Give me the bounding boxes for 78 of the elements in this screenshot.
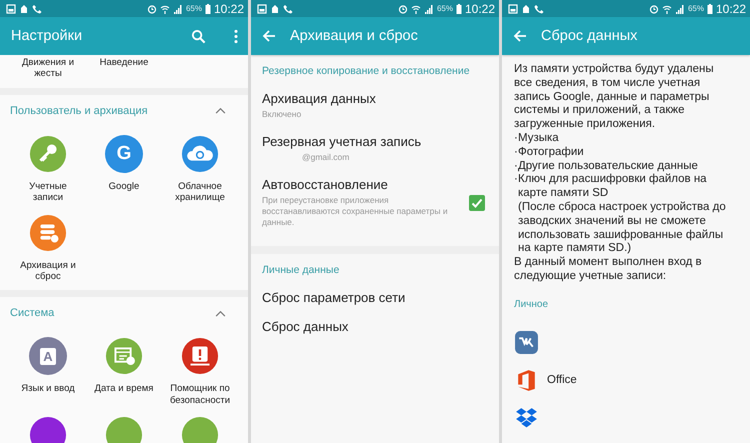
section-title: Система	[10, 307, 54, 320]
notification-icon	[521, 4, 531, 14]
notification-icon	[270, 4, 280, 14]
list-item: Ключ для расшифровки файлов на карте памяти SD	[518, 173, 708, 201]
battery-percent: 65%	[186, 4, 202, 13]
section-title: Личные данные	[261, 264, 340, 278]
gallery-icon	[6, 4, 16, 14]
accounts-text: В данный момент выполнен вход в следующие учетные записи:	[514, 256, 703, 284]
settings-item-label[interactable]: Архивация и сброс	[15, 260, 81, 282]
settings-item-label[interactable]: Движения и жесты	[15, 57, 81, 80]
setting-title[interactable]: Сброс данных	[262, 319, 485, 334]
alarm-icon	[398, 4, 408, 14]
battery-percent: 65%	[436, 4, 453, 13]
phone-icon	[534, 4, 544, 14]
gallery-icon	[508, 4, 518, 14]
phone-icon	[32, 4, 42, 14]
settings-item-label[interactable]: Язык и ввод	[21, 383, 75, 395]
screen-title: Настройки	[11, 28, 82, 44]
cloud-sync-icon[interactable]	[181, 134, 219, 173]
wifi-icon	[160, 4, 170, 14]
back-arrow-icon[interactable]	[262, 29, 276, 43]
list-item: Другие пользовательские данные	[518, 160, 699, 174]
list-item: Фотографии	[518, 146, 585, 160]
calendar-icon[interactable]	[105, 337, 143, 376]
clock-time: 10:22	[716, 2, 746, 16]
setting-title[interactable]: Резервная учетная запись	[262, 134, 485, 150]
signal-icon	[172, 4, 183, 14]
battery-percent: 65%	[688, 4, 704, 13]
settings-item-label[interactable]: Дата и время	[94, 383, 154, 395]
alarm-icon	[648, 4, 659, 14]
vk-app-icon	[514, 330, 539, 356]
settings-circle-icon[interactable]: A	[29, 337, 67, 376]
setting-title[interactable]: Сброс параметров сети	[262, 290, 485, 306]
wifi-icon	[410, 4, 421, 14]
settings-item-label[interactable]: Google	[108, 180, 140, 192]
warning-text: Из памяти устройства будут удалены все сведения, в том числе учетная запись Google, данные и параметры системы и приложений, а также загруженные приложения.	[514, 63, 715, 132]
bullet-marker: ·	[514, 160, 518, 174]
list-item: Музыка	[518, 132, 560, 146]
clock-time: 10:22	[464, 2, 495, 16]
section-title: Личное	[514, 298, 550, 312]
settings-item-label[interactable]: Учетные записи	[15, 180, 81, 204]
phone-icon	[283, 4, 293, 14]
bullet-marker: ·	[514, 173, 518, 188]
settings-item-label[interactable]: Наведение	[100, 57, 148, 80]
battery-icon	[706, 4, 713, 14]
back-arrow-icon[interactable]	[513, 29, 527, 43]
setting-subtitle: @gmail.com	[301, 152, 350, 164]
signal-icon	[424, 4, 434, 14]
section-title: Резервное копирование и восстановление	[261, 65, 471, 79]
key-icon[interactable]	[29, 134, 67, 173]
battery-icon	[456, 4, 462, 14]
more-options-icon[interactable]	[234, 28, 238, 44]
screen-title: Сброс данных	[541, 28, 638, 44]
notification-icon	[19, 4, 29, 14]
settings-item-label[interactable]: Помощник по безопасности	[167, 383, 233, 406]
alarm-icon	[146, 4, 157, 14]
note-text: (После сброса настроек устройства до заводских значений вы не сможете использовать зашифрованные файлы на карте памяти SD.)	[517, 200, 727, 256]
gallery-icon	[257, 4, 267, 14]
search-icon[interactable]	[191, 28, 206, 44]
bullet-marker: ·	[514, 132, 518, 146]
database-icon[interactable]	[29, 214, 67, 252]
setting-title[interactable]: Автовосстановление	[262, 177, 461, 192]
caret-up-icon[interactable]	[215, 107, 226, 114]
screen-title: Архивация и сброс	[290, 28, 418, 44]
setting-title[interactable]: Архивация данных	[262, 91, 485, 106]
signal-icon	[674, 4, 685, 14]
checkbox[interactable]	[469, 194, 485, 211]
battery-icon	[204, 4, 211, 14]
clock-time: 10:22	[214, 2, 244, 16]
wifi-icon	[662, 4, 672, 14]
caret-up-icon[interactable]	[215, 310, 226, 317]
setting-subtitle: При переустановке приложения восстанавливаются сохраненные параметры и данные.	[262, 195, 449, 228]
account-name: Office	[547, 374, 577, 388]
section-title: Пользователь и архивация	[10, 104, 148, 117]
alert-icon[interactable]	[181, 337, 219, 376]
setting-subtitle: Включено	[262, 109, 302, 120]
settings-item-label[interactable]: Облачное хранилище	[167, 180, 233, 204]
bullet-marker: ·	[514, 146, 518, 160]
